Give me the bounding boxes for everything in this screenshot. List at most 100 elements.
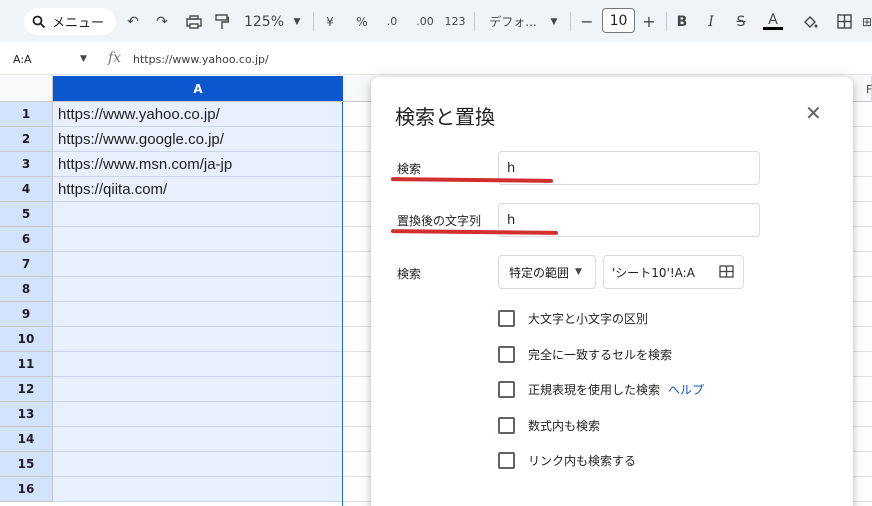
scope-select[interactable]: 特定の範囲 ▼ <box>498 255 596 289</box>
option-label: 正規表現を使用した検索 <box>528 382 661 397</box>
cell-a[interactable] <box>53 327 343 352</box>
checkbox[interactable] <box>498 345 515 363</box>
cell-a[interactable] <box>53 452 343 477</box>
select-all-corner[interactable] <box>0 76 53 102</box>
close-icon[interactable]: ✕ <box>805 101 822 125</box>
redo-icon[interactable]: ↷ <box>153 8 171 35</box>
cell-a[interactable]: https://www.yahoo.co.jp/ <box>53 102 343 127</box>
row-header[interactable]: 9 <box>0 302 53 327</box>
toolbar-divider <box>474 12 475 31</box>
cell-a[interactable] <box>53 202 343 227</box>
formula-input[interactable]: https://www.yahoo.co.jp/ <box>133 53 269 66</box>
option-label: 大文字と小文字の区別 <box>528 311 649 326</box>
zoom-select[interactable]: 125% <box>244 8 284 35</box>
option-search-formulas[interactable]: 数式内も検索 <box>498 415 600 435</box>
grid-select-icon[interactable] <box>719 264 734 279</box>
option-label: リンク内も検索する <box>528 453 637 468</box>
row-header[interactable]: 4 <box>0 177 53 202</box>
cell-a[interactable] <box>53 252 343 277</box>
menu-search[interactable]: メニュー <box>24 8 116 35</box>
menu-search-label: メニュー <box>52 16 105 31</box>
range-input[interactable]: 'シート10'!A:A <box>603 255 744 289</box>
strikethrough-button[interactable]: S <box>732 8 750 35</box>
cell-a[interactable] <box>53 352 343 377</box>
help-link[interactable]: ヘルプ <box>668 381 704 398</box>
undo-icon[interactable]: ↶ <box>124 8 142 35</box>
percent-button[interactable]: % <box>354 8 370 35</box>
column-header-f[interactable]: F <box>866 83 872 96</box>
borders-icon[interactable] <box>834 8 854 35</box>
text-color-button[interactable]: A <box>762 8 784 35</box>
option-match-case[interactable]: 大文字と小文字の区別 <box>498 308 648 328</box>
formula-bar: A:A ▼ fx https://www.yahoo.co.jp/ <box>0 44 872 75</box>
option-label: 数式内も検索 <box>528 418 601 433</box>
checkbox[interactable] <box>498 416 515 434</box>
row-header[interactable]: 11 <box>0 352 53 377</box>
font-size-decrease-button[interactable]: − <box>578 8 596 35</box>
row-header[interactable]: 13 <box>0 402 53 427</box>
cell-a[interactable] <box>53 277 343 302</box>
checkbox[interactable] <box>498 309 515 327</box>
cell-a[interactable] <box>53 402 343 427</box>
text-color-label: A <box>768 12 778 28</box>
row-header[interactable]: 8 <box>0 277 53 302</box>
merge-cells-icon[interactable]: ⊞ <box>862 8 872 35</box>
row-header[interactable]: 6 <box>0 227 53 252</box>
zoom-value: 125% <box>243 13 285 30</box>
dialog-title: 検索と置換 <box>395 105 495 129</box>
cell-a[interactable]: https://www.google.co.jp/ <box>53 127 343 152</box>
row-header[interactable]: 5 <box>0 202 53 227</box>
option-regex[interactable]: 正規表現を使用した検索 ヘルプ <box>498 379 704 399</box>
row-header[interactable]: 15 <box>0 452 53 477</box>
annotation-underline <box>390 177 554 183</box>
font-size-input[interactable]: 10 <box>602 8 635 33</box>
cell-a[interactable]: https://qiita.com/ <box>53 177 343 202</box>
print-icon[interactable] <box>184 8 204 35</box>
font-size-increase-button[interactable]: + <box>640 8 658 35</box>
row-header[interactable]: 16 <box>0 477 53 502</box>
row-header[interactable]: 2 <box>0 127 53 152</box>
checkbox[interactable] <box>498 380 515 398</box>
chevron-down-icon[interactable]: ▼ <box>290 8 304 35</box>
annotation-underline <box>390 229 559 235</box>
toolbar-divider <box>570 12 571 31</box>
replace-label: 置換後の文字列 <box>397 214 482 228</box>
font-select[interactable]: デフォ... <box>485 8 541 35</box>
row-header[interactable]: 1 <box>0 102 53 127</box>
bold-button[interactable]: B <box>674 8 690 35</box>
find-label: 検索 <box>397 162 422 176</box>
cell-a[interactable] <box>53 377 343 402</box>
search-icon <box>32 15 46 28</box>
option-match-entire-cell[interactable]: 完全に一致するセルを検索 <box>498 344 672 364</box>
row-header[interactable]: 3 <box>0 152 53 177</box>
italic-button[interactable]: I <box>703 8 719 35</box>
fill-color-icon[interactable] <box>800 8 820 35</box>
row-header[interactable]: 14 <box>0 427 53 452</box>
cell-a[interactable] <box>53 227 343 252</box>
scope-select-value: 特定の範囲 <box>509 265 570 280</box>
option-search-links[interactable]: リンク内も検索する <box>498 450 636 470</box>
cell-a[interactable] <box>53 302 343 327</box>
row-header[interactable]: 10 <box>0 327 53 352</box>
find-replace-dialog: 検索と置換 ✕ 検索 h 置換後の文字列 h 検索 特定の範囲 ▼ 'シート10… <box>371 77 853 506</box>
name-box[interactable]: A:A <box>13 53 32 66</box>
number-format-button[interactable]: 123 <box>444 8 466 35</box>
row-header[interactable]: 7 <box>0 252 53 277</box>
fx-icon: fx <box>108 50 122 66</box>
cell-a[interactable]: https://www.msn.com/ja-jp <box>53 152 343 177</box>
scope-label: 検索 <box>397 267 422 281</box>
selection-border <box>342 102 343 506</box>
currency-button[interactable]: ¥ <box>322 8 338 35</box>
chevron-down-icon[interactable]: ▼ <box>547 8 561 35</box>
decimal-decrease-button[interactable]: .0 <box>381 8 403 35</box>
decimal-increase-button[interactable]: .00 <box>412 8 438 35</box>
column-header-a[interactable]: A <box>53 76 343 102</box>
paint-format-icon[interactable] <box>212 8 232 35</box>
toolbar: メニュー ↶ ↷ 125% ▼ ¥ % .0 .00 123 デフォ... ▼ … <box>0 0 872 42</box>
option-label: 完全に一致するセルを検索 <box>528 347 673 362</box>
cell-a[interactable] <box>53 427 343 452</box>
cell-a[interactable] <box>53 477 343 502</box>
chevron-down-icon[interactable]: ▼ <box>80 54 87 64</box>
row-header[interactable]: 12 <box>0 377 53 402</box>
checkbox[interactable] <box>498 451 515 469</box>
